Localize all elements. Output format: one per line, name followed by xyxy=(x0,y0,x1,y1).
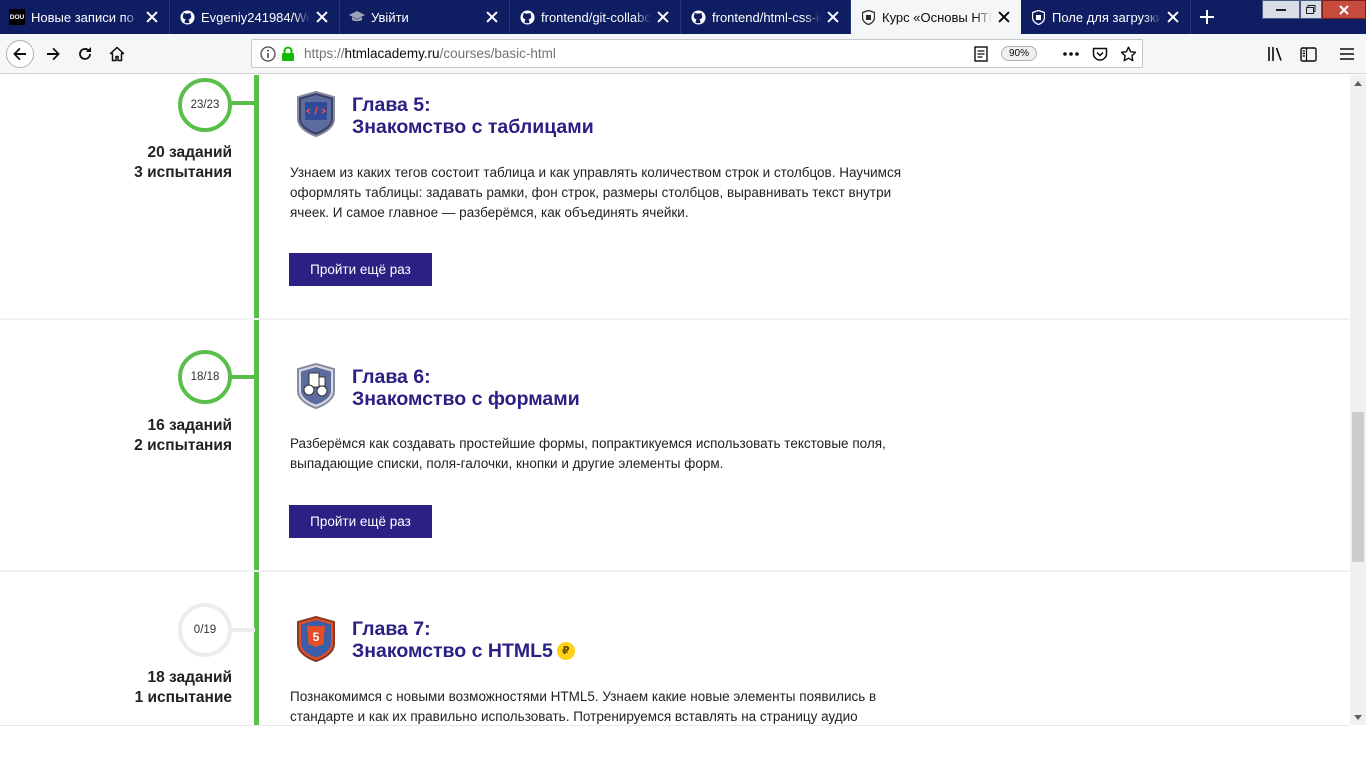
sidebar-button[interactable] xyxy=(1294,40,1322,68)
github-icon xyxy=(690,9,706,25)
html5-icon: 5 xyxy=(296,615,336,663)
info-icon xyxy=(260,45,276,62)
tab-title: Поле для загрузки ф xyxy=(1052,9,1161,25)
library-button[interactable] xyxy=(1262,40,1290,68)
window-close-button[interactable] xyxy=(1322,0,1366,19)
plus-icon xyxy=(1200,10,1214,24)
chapter-title: Глава 7: Знакомство с HTML5 ₽ xyxy=(352,618,575,662)
retake-chapter-button[interactable]: Пройти ещё раз xyxy=(289,505,432,538)
retake-chapter-button[interactable]: Пройти ещё раз xyxy=(289,253,432,286)
reload-icon xyxy=(79,47,91,60)
close-icon[interactable] xyxy=(484,9,500,25)
tab-github-git[interactable]: frontend/git-collabo xyxy=(510,0,681,34)
close-icon[interactable] xyxy=(1165,9,1181,25)
chapter-stats: 20 заданий 3 испытания xyxy=(60,143,232,183)
minimize-button[interactable] xyxy=(1262,0,1300,19)
home-icon xyxy=(109,46,125,62)
tasks-count: 20 заданий xyxy=(147,144,232,161)
chapter-progress-ring: 23/23 xyxy=(178,78,232,132)
paid-badge-icon: ₽ xyxy=(556,642,575,660)
menu-button[interactable] xyxy=(1333,40,1361,68)
site-info[interactable] xyxy=(252,40,295,67)
tab-course-active[interactable]: Курс «Основы HTM xyxy=(851,0,1021,34)
tasks-count: 18 заданий xyxy=(147,669,232,686)
chapter-description: Узнаем из каких тегов состоит таблица и … xyxy=(290,165,902,220)
tab-dou[interactable]: DOU Новые записи по те xyxy=(0,0,170,34)
chapter-title: Глава 6: Знакомство с формами xyxy=(352,366,580,410)
bookmark-star-icon[interactable] xyxy=(1119,45,1137,63)
svg-text:5: 5 xyxy=(313,630,320,644)
tab-login[interactable]: Увійти xyxy=(340,0,510,34)
course-page: 23/23 20 заданий 3 испытания Глава 5: Зн… xyxy=(0,75,1350,725)
chapter-description: Разберёмся как создавать простейшие форм… xyxy=(290,436,886,471)
tab-title: frontend/git-collabo xyxy=(541,9,651,25)
tab-title: frontend/html-css-in xyxy=(712,9,821,25)
close-icon[interactable] xyxy=(996,9,1012,25)
tab-github-web[interactable]: Evgeniy241984/Web xyxy=(170,0,340,34)
chapter-divider xyxy=(0,318,1350,320)
sidebar-icon xyxy=(1299,46,1317,62)
progress-connector xyxy=(229,628,255,632)
tab-title: Курс «Основы HTM xyxy=(882,9,992,25)
chapter-progress-ring: 18/18 xyxy=(178,350,232,404)
arrow-left-icon xyxy=(13,47,26,61)
tab-title: Новые записи по те xyxy=(31,9,140,25)
trials-count: 2 испытания xyxy=(134,437,232,454)
tab-strip: DOU Новые записи по те Evgeniy241984/Web… xyxy=(0,0,1366,34)
arrow-right-icon xyxy=(47,47,60,61)
maximize-button[interactable] xyxy=(1300,0,1322,19)
chapter-stats: 18 заданий 1 испытание xyxy=(60,668,232,708)
minimize-icon xyxy=(1276,8,1286,11)
tab-title: Evgeniy241984/Web xyxy=(201,9,310,25)
restore-icon xyxy=(1306,5,1316,14)
back-button[interactable] xyxy=(6,40,34,68)
shield-icon xyxy=(860,9,876,25)
chapter-progress-ring: 0/19 xyxy=(178,603,232,657)
tasks-count: 16 заданий xyxy=(147,417,232,434)
close-icon xyxy=(1339,4,1349,15)
page-bottom-edge xyxy=(0,725,1350,726)
progress-connector xyxy=(229,375,257,379)
scroll-down-arrow-icon[interactable] xyxy=(1350,709,1366,725)
new-tab-button[interactable] xyxy=(1192,0,1222,34)
close-icon[interactable] xyxy=(314,9,330,25)
status-area xyxy=(0,725,1366,768)
dou-icon: DOU xyxy=(9,9,25,25)
forms-icon xyxy=(296,362,336,410)
url-bar[interactable]: https://htmlacademy.ru/courses/basic-htm… xyxy=(251,39,1143,68)
close-icon[interactable] xyxy=(655,9,671,25)
scroll-up-arrow-icon[interactable] xyxy=(1350,75,1366,91)
tab-github-html[interactable]: frontend/html-css-in xyxy=(681,0,851,34)
lock-icon xyxy=(282,46,294,61)
tab-upload-field[interactable]: Поле для загрузки ф xyxy=(1021,0,1191,34)
home-button[interactable] xyxy=(103,40,131,68)
chapter-description: Познакомимся с новыми возможностями HTML… xyxy=(290,689,877,724)
github-icon xyxy=(519,9,535,25)
github-icon xyxy=(179,9,195,25)
url-text: https://htmlacademy.ru/courses/basic-htm… xyxy=(304,46,556,61)
chapter-title: Глава 5: Знакомство с таблицами xyxy=(352,94,594,138)
progress-connector xyxy=(229,101,257,105)
chapter-divider xyxy=(0,570,1350,572)
reload-button[interactable] xyxy=(71,40,99,68)
page-scrollbar[interactable] xyxy=(1350,75,1366,725)
graduation-cap-icon xyxy=(349,9,365,25)
tab-title: Увійти xyxy=(371,9,409,25)
zoom-indicator[interactable]: 90% xyxy=(1001,46,1037,61)
trials-count: 3 испытания xyxy=(134,164,232,181)
table-code-icon xyxy=(296,90,336,138)
library-icon xyxy=(1268,47,1282,61)
trials-count: 1 испытание xyxy=(134,689,232,706)
reader-view-icon[interactable] xyxy=(972,45,990,63)
more-actions-icon[interactable] xyxy=(1062,45,1080,63)
navigation-toolbar: https://htmlacademy.ru/courses/basic-htm… xyxy=(0,34,1366,74)
shield-icon xyxy=(1030,9,1046,25)
forward-button[interactable] xyxy=(39,40,67,68)
scrollbar-thumb[interactable] xyxy=(1352,412,1364,562)
hamburger-icon xyxy=(1340,48,1354,60)
close-icon[interactable] xyxy=(144,9,160,25)
chapter-stats: 16 заданий 2 испытания xyxy=(60,416,232,456)
pocket-icon[interactable] xyxy=(1091,45,1109,63)
close-icon[interactable] xyxy=(825,9,841,25)
